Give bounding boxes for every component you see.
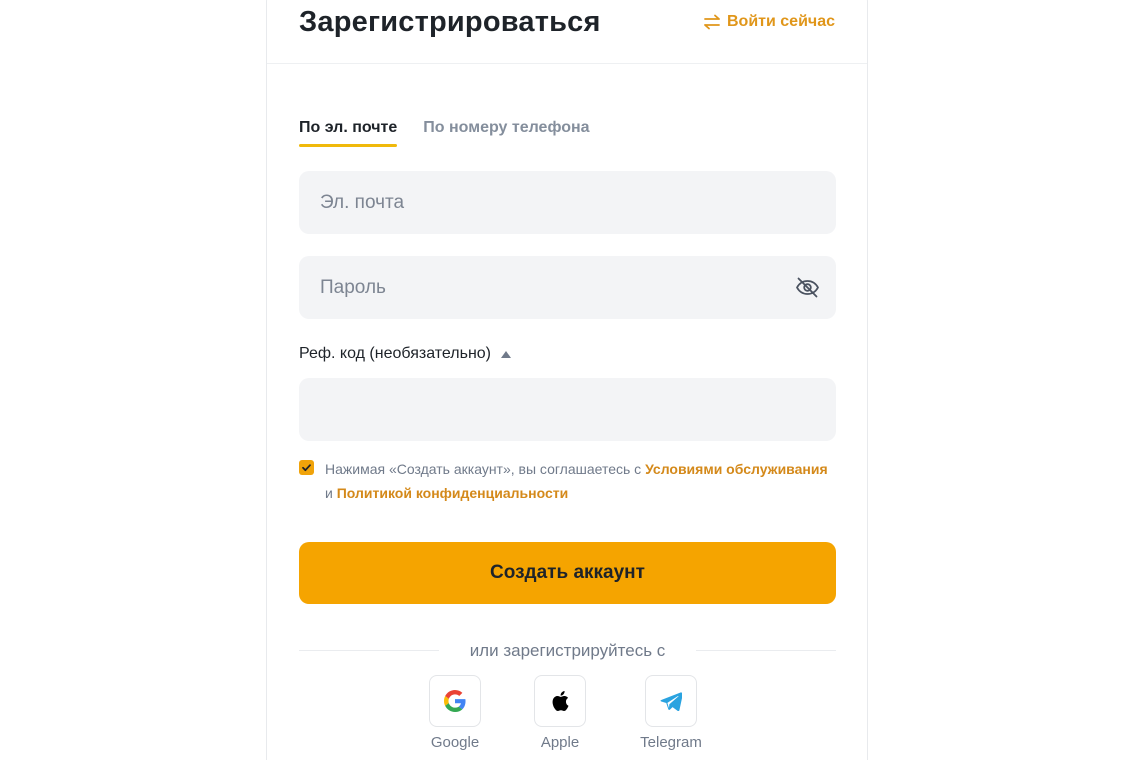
- social-divider: или зарегистрируйтесь с: [299, 641, 836, 661]
- login-now-label: Войти сейчас: [727, 13, 835, 30]
- page: Зарегистрироваться Войти сейчас По эл. п…: [0, 0, 1140, 760]
- privacy-policy-link[interactable]: Политикой конфиденциальности: [337, 485, 569, 501]
- google-label: Google: [430, 734, 480, 751]
- agreement-checkbox[interactable]: [299, 460, 314, 475]
- referral-code-label: Реф. код (необязательно): [299, 345, 491, 362]
- agreement-text-middle: и: [325, 485, 337, 501]
- apple-icon: [552, 691, 569, 711]
- create-account-button[interactable]: Создать аккаунт: [299, 542, 836, 604]
- divider-text: или зарегистрируйтесь с: [469, 641, 666, 660]
- swap-arrows-icon: [704, 14, 720, 30]
- telegram-icon: [660, 692, 682, 711]
- telegram-button[interactable]: [645, 675, 697, 727]
- signup-method-tabs: По эл. почте По номеру телефона: [299, 117, 590, 147]
- email-input[interactable]: [320, 191, 815, 214]
- tab-email[interactable]: По эл. почте: [299, 117, 398, 147]
- terms-of-service-link[interactable]: Условиями обслуживания: [645, 461, 828, 477]
- page-title: Зарегистрироваться: [299, 6, 601, 38]
- password-input[interactable]: [320, 276, 815, 299]
- login-now-link[interactable]: Войти сейчас: [703, 11, 835, 33]
- telegram-label: Telegram: [640, 734, 702, 751]
- password-field-wrapper: [299, 256, 836, 319]
- agreement-block: Нажимая «Создать аккаунт», вы соглашаете…: [299, 457, 836, 505]
- referral-code-input[interactable]: [320, 398, 815, 421]
- social-google: Google: [415, 675, 495, 752]
- agreement-text-before: Нажимая «Создать аккаунт», вы соглашаете…: [325, 461, 646, 477]
- social-apple: Apple: [520, 675, 600, 752]
- email-field-wrapper: [299, 171, 836, 234]
- apple-label: Apple: [540, 734, 580, 751]
- caret-up-icon: [501, 350, 511, 358]
- card-header: Зарегистрироваться Войти сейчас: [267, 1, 867, 64]
- google-button[interactable]: [429, 675, 481, 727]
- checkmark-icon: [302, 464, 311, 472]
- agreement-text: Нажимая «Создать аккаунт», вы соглашаете…: [325, 457, 836, 505]
- referral-field-wrapper: [299, 378, 836, 441]
- apple-button[interactable]: [534, 675, 586, 727]
- referral-code-toggle[interactable]: Реф. код (необязательно): [299, 343, 511, 365]
- divider-line-right: [696, 650, 836, 651]
- signup-card: Зарегистрироваться Войти сейчас По эл. п…: [266, 0, 868, 760]
- social-telegram: Telegram: [631, 675, 711, 752]
- google-icon: [444, 690, 466, 712]
- eye-off-icon[interactable]: [795, 276, 820, 299]
- tab-phone[interactable]: По номеру телефона: [423, 117, 589, 139]
